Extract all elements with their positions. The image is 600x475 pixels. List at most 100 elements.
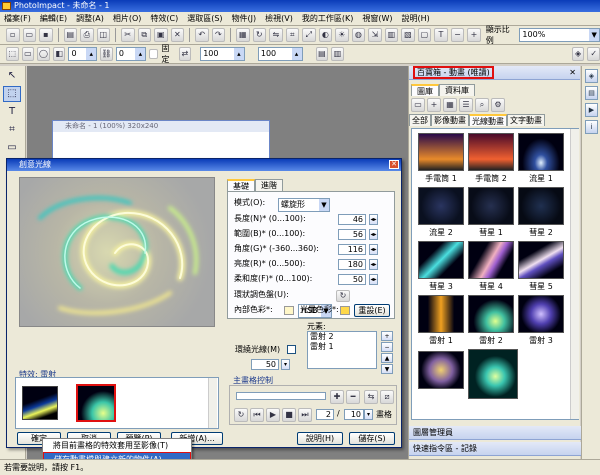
- subtab-image-animation[interactable]: 影像動畫: [431, 114, 469, 126]
- search-icon[interactable]: ⌕: [475, 98, 489, 112]
- text-tool-icon[interactable]: T: [3, 104, 21, 120]
- menu-window[interactable]: 視窗(W): [362, 13, 392, 24]
- help-button[interactable]: 說明(H): [297, 432, 343, 445]
- paste-icon[interactable]: ▣: [154, 28, 168, 42]
- menu-photo[interactable]: 相片(O): [113, 13, 142, 24]
- menu-help[interactable]: 說明(H): [402, 13, 430, 24]
- add-keyframe-icon[interactable]: ✚: [330, 390, 344, 404]
- list-item[interactable]: 雷射 1: [308, 342, 376, 352]
- range-input[interactable]: 56: [338, 229, 366, 240]
- elements-list[interactable]: 雷射 2 雷射 1: [307, 331, 377, 369]
- spin-icon[interactable]: ◂▸: [369, 244, 378, 255]
- apply-frame-menu-item[interactable]: 將目前畫格的特效套用至影像(T): [43, 439, 191, 452]
- chevron-down-icon[interactable]: ▴: [291, 48, 302, 60]
- gallery-thumb[interactable]: [418, 351, 464, 389]
- ellipse-icon[interactable]: ◯: [37, 47, 50, 61]
- play-icon[interactable]: ▶: [585, 103, 598, 117]
- inner-color-swatch[interactable]: [284, 306, 294, 315]
- play-icon[interactable]: ▶: [266, 408, 280, 422]
- document-window[interactable]: 未命名 - 1 (100%) 320x240: [52, 120, 270, 160]
- copy-icon[interactable]: ⧉: [137, 28, 152, 42]
- delete-icon[interactable]: ✕: [170, 28, 185, 42]
- spin-icon[interactable]: ◂▸: [369, 274, 378, 285]
- spin-icon[interactable]: ◂▸: [369, 259, 378, 270]
- reverse-icon[interactable]: ⧄: [380, 390, 394, 404]
- menu-effect[interactable]: 特效(C): [150, 13, 178, 24]
- gallery-thumb[interactable]: [518, 241, 564, 279]
- grid-view-icon[interactable]: ▦: [443, 98, 457, 112]
- menu-view[interactable]: 檢視(V): [265, 13, 293, 24]
- cut-icon[interactable]: ✂: [121, 28, 135, 42]
- effect-thumb[interactable]: [22, 386, 58, 420]
- gallery-thumb[interactable]: [418, 241, 464, 279]
- gallery-thumb-selected[interactable]: [468, 349, 518, 399]
- zoom-combo[interactable]: 100% ▼: [519, 28, 600, 42]
- folder-icon[interactable]: ▭: [411, 98, 425, 112]
- crop-tool-icon[interactable]: ⌗: [3, 122, 21, 138]
- frame-tool-icon[interactable]: ▭: [3, 140, 21, 156]
- palette-icon[interactable]: ◈: [571, 47, 585, 61]
- preview-icon[interactable]: ◫: [96, 28, 111, 42]
- x-field[interactable]: 0 ▴: [68, 47, 98, 61]
- text-icon[interactable]: T: [434, 28, 448, 42]
- layers-icon[interactable]: ▤: [585, 86, 598, 100]
- gallery-scrollbar[interactable]: [570, 129, 579, 419]
- grid-icon[interactable]: ▦: [236, 28, 250, 42]
- gallery-thumb[interactable]: [418, 133, 464, 171]
- close-icon[interactable]: ✕: [569, 66, 576, 80]
- align-left-icon[interactable]: ▤: [315, 47, 329, 61]
- transform-tool-icon[interactable]: ⬚: [3, 86, 21, 102]
- swap-icon[interactable]: ⇄: [178, 47, 192, 61]
- export-icon[interactable]: ⇲: [368, 28, 382, 42]
- thumbs-scrollbar[interactable]: [208, 378, 217, 428]
- chevron-down-icon[interactable]: ▼: [589, 29, 600, 41]
- new-file-icon[interactable]: ▫: [6, 28, 20, 42]
- shape-icon[interactable]: ▭: [21, 47, 35, 61]
- chevron-down-icon[interactable]: ▴: [135, 48, 146, 60]
- gallery-thumb[interactable]: [468, 133, 514, 171]
- image-icon[interactable]: ▧: [401, 28, 415, 42]
- pick-tool-icon[interactable]: ↖: [3, 68, 21, 84]
- reset-button[interactable]: 重設(E): [354, 304, 390, 317]
- open-folder-icon[interactable]: ▭: [22, 28, 37, 42]
- chevron-down-icon[interactable]: ▾: [281, 359, 290, 370]
- scan-icon[interactable]: ▤: [63, 28, 78, 42]
- tab-advanced[interactable]: 進階: [255, 179, 283, 191]
- menu-object[interactable]: 物件(J): [232, 13, 257, 24]
- move-down-icon[interactable]: ▼: [381, 364, 393, 374]
- redo-icon[interactable]: ↷: [211, 28, 226, 42]
- gallery-thumb[interactable]: [468, 187, 514, 225]
- list-view-icon[interactable]: ☰: [459, 98, 473, 112]
- menu-edit[interactable]: 編輯(E): [40, 13, 67, 24]
- layer-manager-bar[interactable]: 圖層管理員: [409, 426, 581, 440]
- info-icon[interactable]: i: [585, 120, 598, 134]
- fixed-checkbox[interactable]: [149, 49, 159, 59]
- save-icon[interactable]: ▪: [39, 28, 53, 42]
- gallery-thumb[interactable]: [518, 133, 564, 171]
- next-frame-icon[interactable]: ⏭: [298, 408, 312, 422]
- softness-input[interactable]: 50: [338, 274, 366, 285]
- timeline-slider[interactable]: [236, 392, 326, 400]
- stop-icon[interactable]: ■: [282, 408, 296, 422]
- batch-icon[interactable]: ▥: [384, 28, 399, 42]
- chevron-down-icon[interactable]: ▼: [319, 199, 329, 211]
- close-icon[interactable]: ✕: [389, 160, 399, 169]
- subtab-text-animation[interactable]: 文字動畫: [507, 114, 545, 126]
- y-field[interactable]: 0 ▴: [115, 47, 147, 61]
- check-icon[interactable]: ✓: [587, 47, 600, 61]
- palette-icon[interactable]: ◈: [585, 69, 598, 83]
- spin-icon[interactable]: ◂▸: [369, 214, 378, 225]
- list-item[interactable]: 雷射 2: [308, 332, 376, 342]
- effect-thumb-selected[interactable]: [76, 384, 116, 422]
- subtab-light-animation[interactable]: 光線動畫: [469, 114, 507, 126]
- brightness-input[interactable]: 180: [338, 259, 366, 270]
- gallery-thumb[interactable]: [518, 187, 564, 225]
- ring-ray-checkbox[interactable]: [287, 345, 296, 354]
- length-input[interactable]: 46: [338, 214, 366, 225]
- quick-command-bar[interactable]: 快速指令區 - 記錄: [409, 442, 581, 456]
- gallery-thumb[interactable]: [468, 241, 514, 279]
- save-button[interactable]: 儲存(S): [349, 432, 395, 445]
- chevron-down-icon[interactable]: ▴: [86, 48, 97, 60]
- palette-refresh-icon[interactable]: ↻: [336, 290, 350, 302]
- mode-icon[interactable]: ◧: [52, 47, 66, 61]
